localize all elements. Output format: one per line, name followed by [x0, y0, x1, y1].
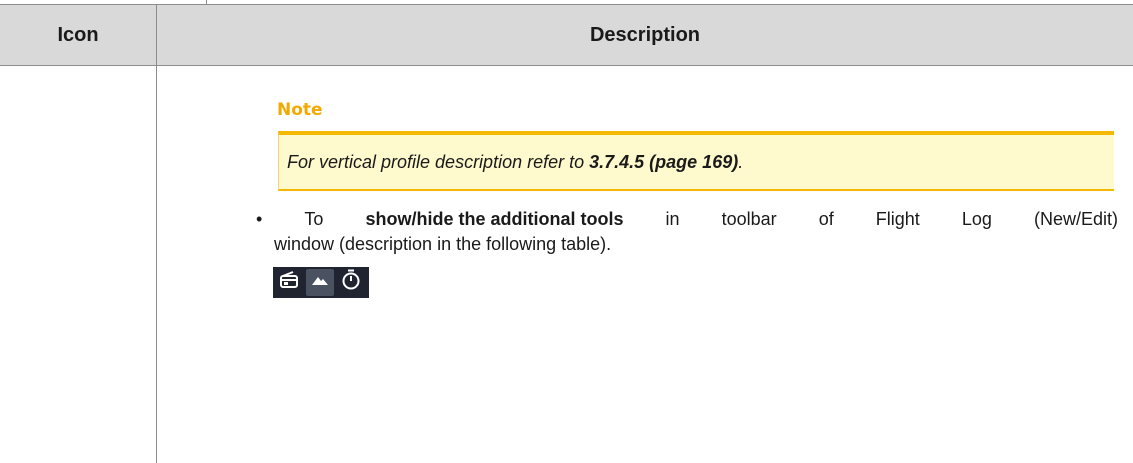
note-page-reference[interactable]: 3.7.4.5 (page 169) — [589, 152, 738, 172]
note-title: Note — [277, 100, 323, 120]
bullet-word: (New/Edit) — [1033, 209, 1118, 229]
radio-icon — [279, 270, 299, 295]
bullet-item: • To show/hide the additional tools in t… — [256, 209, 1118, 230]
bullet-word: toolbar — [721, 209, 777, 229]
bullet-word: To — [304, 209, 324, 229]
bullet-bold-phrase: show/hide the additional tools — [365, 209, 624, 229]
column-divider — [156, 66, 157, 463]
note-text-prefix: For vertical profile description refer t… — [287, 152, 590, 172]
bullet-word: of — [818, 209, 834, 229]
bullet-line-2: window (description in the following tab… — [274, 234, 612, 254]
terrain-profile-tool-button[interactable] — [306, 269, 334, 296]
bullet-marker: • — [256, 209, 263, 229]
bullet-word: Log — [961, 209, 992, 229]
stopwatch-tool-button[interactable] — [337, 269, 365, 296]
stopwatch-icon — [341, 269, 361, 296]
note-text-suffix: . — [738, 152, 744, 172]
flight-log-toolbar-sample — [273, 267, 369, 298]
bullet-line-1: • To show/hide the additional tools in t… — [256, 209, 1118, 230]
radio-tool-button[interactable] — [275, 269, 303, 296]
header-description-column: Description — [589, 24, 701, 46]
table-header-row: Icon Description — [0, 4, 1133, 66]
note-box: For vertical profile description refer t… — [278, 131, 1114, 191]
note-text: For vertical profile description refer t… — [287, 152, 743, 173]
header-icon-column: Icon — [0, 5, 157, 65]
bullet-word: Flight — [875, 209, 920, 229]
bullet-word: in — [665, 209, 680, 229]
mountain-icon — [310, 270, 330, 295]
